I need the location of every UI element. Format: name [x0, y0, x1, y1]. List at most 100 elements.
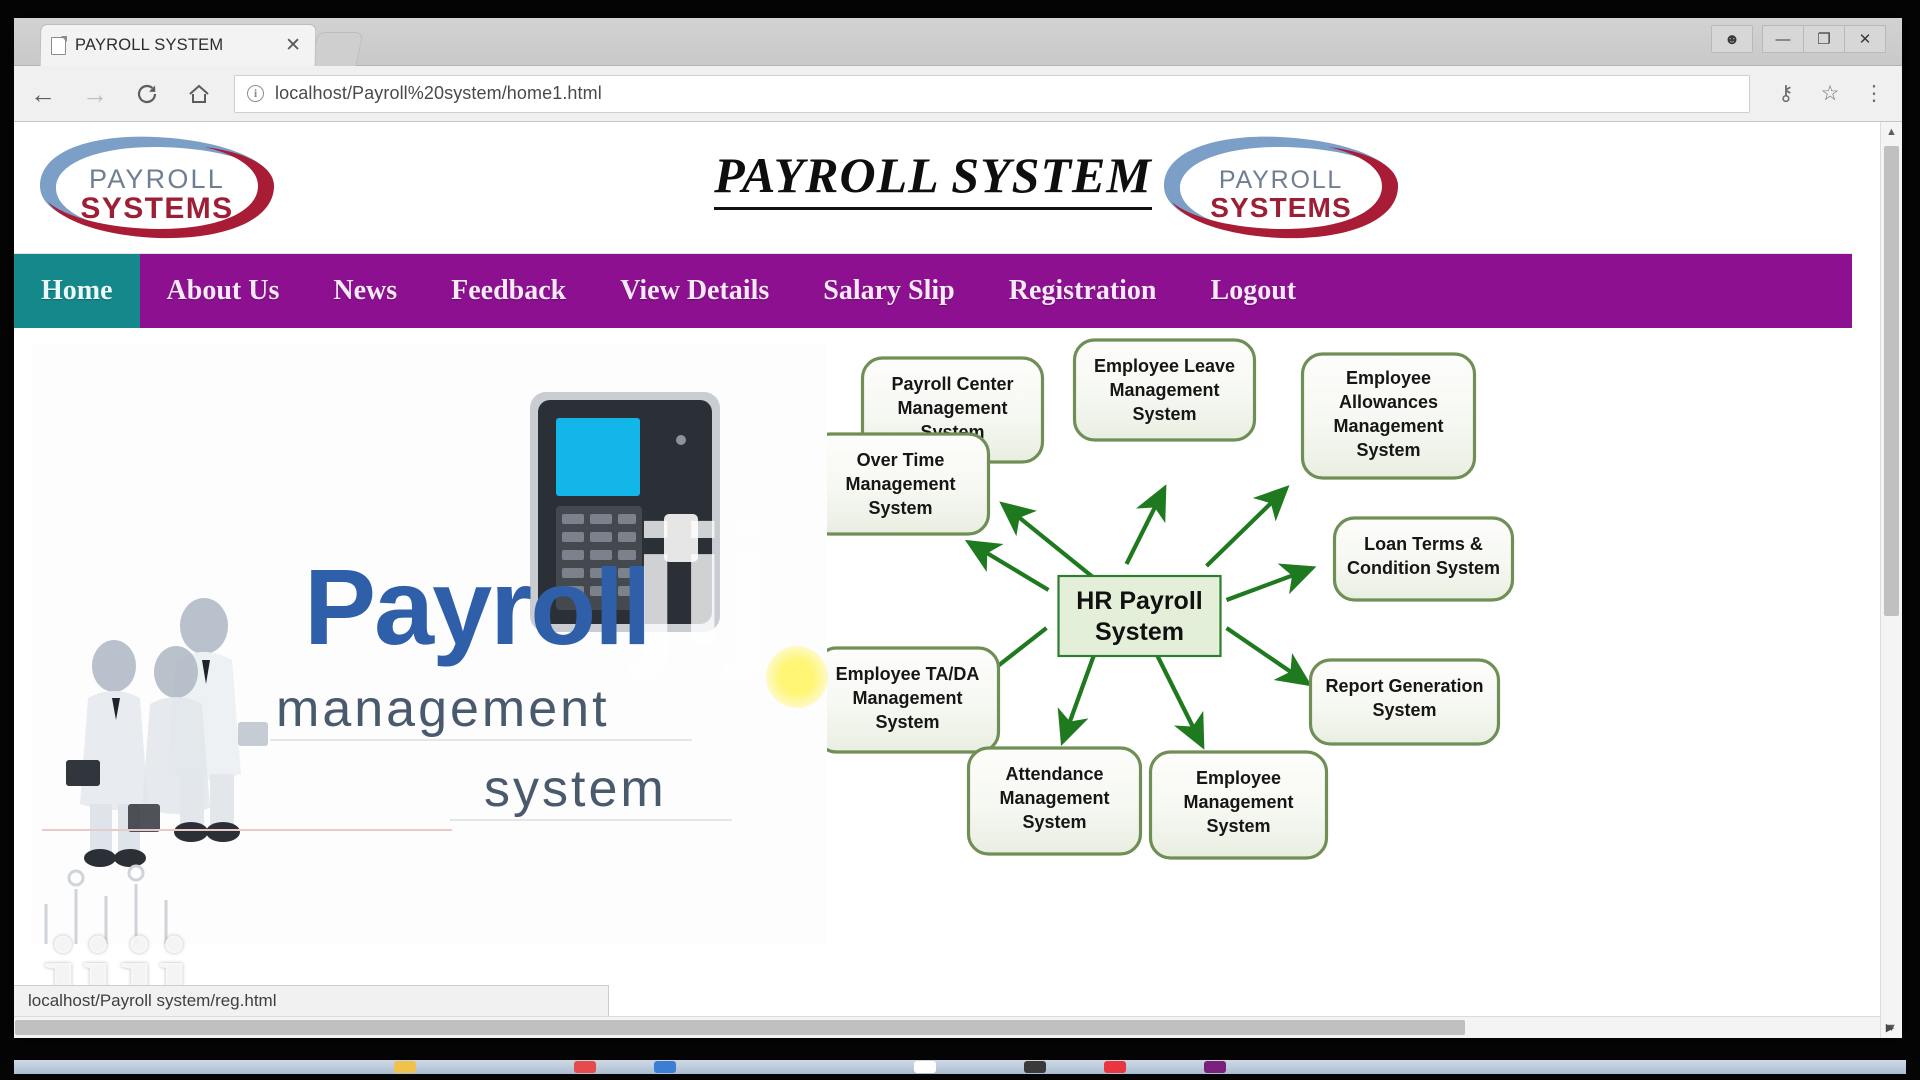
node-line: Condition System — [1347, 558, 1500, 578]
home-glyph — [189, 84, 209, 103]
node-line: Employee — [1196, 768, 1281, 788]
browser-tab[interactable]: PAYROLL SYSTEM ✕ — [39, 24, 317, 66]
node-line: Report Generation — [1325, 676, 1483, 696]
node-line: System — [1022, 812, 1086, 832]
node-line: Payroll Center — [891, 374, 1013, 394]
restore-button[interactable]: ❐ — [1803, 25, 1845, 53]
address-bar[interactable]: i localhost/Payroll%20system/home1.html — [234, 74, 1750, 113]
home-icon[interactable] — [176, 71, 222, 117]
node-line: Management — [1333, 416, 1443, 436]
browser-toolbar: ← → i localhost/Payroll%20system/home1.h… — [14, 66, 1902, 122]
node-line: Employee Leave — [1094, 356, 1235, 376]
node-report-generation: Report Generation System — [1308, 658, 1501, 746]
close-window-button[interactable]: ✕ — [1844, 25, 1886, 53]
node-line: Management — [852, 688, 962, 708]
node-line: Allowances — [1339, 392, 1438, 412]
node-line: Management — [845, 474, 955, 494]
nav-item-logout[interactable]: Logout — [1184, 254, 1324, 328]
arrow-to-employee-management — [1152, 649, 1205, 750]
node-employee-management: Employee Management System — [1148, 750, 1329, 860]
payroll-systems-logo-svg-2: PAYROLL SYSTEMS — [1164, 136, 1398, 239]
url-text: localhost/Payroll%20system/home1.html — [275, 83, 602, 103]
scroll-up-icon[interactable]: ▲ — [1881, 122, 1902, 142]
forward-icon[interactable]: → — [72, 71, 118, 117]
nav-item-registration[interactable]: Registration — [982, 254, 1184, 328]
key-icon[interactable]: ⚷ — [1764, 72, 1808, 116]
node-employee-ta-da: Employee TA/DA Management System — [827, 646, 1001, 754]
browser-tab-strip: PAYROLL SYSTEM ✕ ☻ — ❐ ✕ — [14, 18, 1902, 66]
svg-text:SYSTEMS: SYSTEMS — [1210, 192, 1352, 223]
page-viewport: PAYROLL SYSTEMS PAYROLL SYSTEM PAYROLL S… — [14, 122, 1902, 1038]
arrow-to-attendance — [1057, 647, 1099, 746]
main-navigation: Home About Us News Feedback View Details… — [14, 254, 1852, 328]
svg-text:PAYROLL: PAYROLL — [1219, 166, 1343, 194]
browser-window: PAYROLL SYSTEM ✕ ☻ — ❐ ✕ ← → i localhost… — [14, 18, 1902, 1038]
close-tab-icon[interactable]: ✕ — [281, 35, 305, 56]
svg-text:jij: jij — [629, 491, 774, 681]
node-line: Loan Terms & — [1364, 534, 1483, 554]
promo-svg: Payroll management system jij — [32, 344, 827, 944]
arrow-to-loan-terms — [1225, 563, 1317, 602]
logo-right: PAYROLL SYSTEMS — [1156, 128, 1406, 248]
node-line: Employee — [1346, 368, 1431, 388]
chrome-menu-icon[interactable]: ⋮ — [1852, 72, 1896, 116]
horizontal-scrollbar[interactable]: ▶ — [14, 1016, 1894, 1038]
page-title: PAYROLL SYSTEM — [14, 146, 1852, 210]
node-employee-allowances: Employee Allowances Management System — [1300, 352, 1477, 480]
nav-item-about-us[interactable]: About Us — [140, 254, 307, 328]
center-line-1: HR Payroll — [1076, 587, 1202, 615]
os-taskbar-sliver — [14, 1060, 1906, 1074]
node-line: System — [1356, 440, 1420, 460]
window-controls: ☻ — ❐ ✕ — [1711, 24, 1886, 54]
node-line: System — [1206, 816, 1270, 836]
node-line: Over Time — [857, 450, 945, 470]
scroll-right-icon[interactable]: ▶ — [1880, 1017, 1900, 1038]
payroll-management-promo-image: Payroll management system jij — [32, 344, 827, 944]
tab-title: PAYROLL SYSTEM — [74, 36, 224, 54]
node-attendance: Attendance Management System — [966, 746, 1143, 856]
arrow-to-employee-leave — [1124, 484, 1167, 565]
nav-item-salary-slip[interactable]: Salary Slip — [796, 254, 981, 328]
node-line: Management — [1109, 380, 1219, 400]
arrow-to-over-time — [964, 539, 1050, 592]
nav-item-feedback[interactable]: Feedback — [424, 254, 593, 328]
nav-item-news[interactable]: News — [306, 254, 424, 328]
arrow-to-employee-allowances — [1205, 485, 1290, 568]
node-line: Employee TA/DA — [836, 664, 980, 684]
vertical-scrollbar[interactable]: ▲ ▼ — [1880, 122, 1902, 1038]
vertical-scroll-thumb[interactable] — [1884, 146, 1899, 616]
node-line: System — [875, 712, 939, 732]
nav-item-view-details[interactable]: View Details — [593, 254, 796, 328]
node-line: Attendance — [1005, 764, 1103, 784]
bookmark-star-icon[interactable]: ☆ — [1808, 72, 1852, 116]
diagram-svg: HR Payroll System Payroll Center Managem… — [827, 338, 1515, 860]
node-over-time: Over Time Management System — [827, 432, 991, 536]
page-icon — [50, 36, 66, 55]
user-profile-icon[interactable]: ☻ — [1711, 25, 1753, 53]
photographed-screen-frame: PAYROLL SYSTEM ✕ ☻ — ❐ ✕ ← → i localhost… — [0, 0, 1920, 1080]
node-line: Management — [1183, 792, 1293, 812]
reload-glyph — [137, 84, 157, 103]
reload-icon[interactable] — [124, 71, 170, 117]
arrow-to-report-generation — [1225, 626, 1312, 687]
node-line: System — [1132, 404, 1196, 424]
nav-item-home[interactable]: Home — [14, 254, 140, 328]
page-content: Payroll management system jij HR Payroll… — [14, 328, 1852, 1038]
node-line: System — [868, 498, 932, 518]
status-bar: localhost/Payroll system/reg.html — [14, 985, 609, 1016]
toolbar-actions: ⚷ ☆ ⋮ — [1764, 72, 1896, 116]
promo-word-sub2: system — [484, 760, 667, 818]
promo-word-sub: management — [276, 680, 610, 738]
node-employee-leave: Employee Leave Management System — [1072, 338, 1257, 442]
new-tab-button[interactable] — [310, 32, 364, 66]
web-page: PAYROLL SYSTEMS PAYROLL SYSTEM PAYROLL S… — [14, 122, 1852, 1038]
horizontal-scroll-thumb[interactable] — [15, 1020, 1465, 1035]
site-info-icon[interactable]: i — [247, 85, 264, 102]
site-header: PAYROLL SYSTEMS PAYROLL SYSTEM PAYROLL S… — [14, 122, 1852, 254]
node-line: System — [1372, 700, 1436, 720]
center-line-2: System — [1095, 618, 1184, 646]
node-loan-terms: Loan Terms & Condition System — [1332, 516, 1515, 602]
minimize-button[interactable]: — — [1762, 25, 1804, 53]
back-icon[interactable]: ← — [20, 71, 66, 117]
promo-word-main: Payroll — [304, 546, 650, 667]
